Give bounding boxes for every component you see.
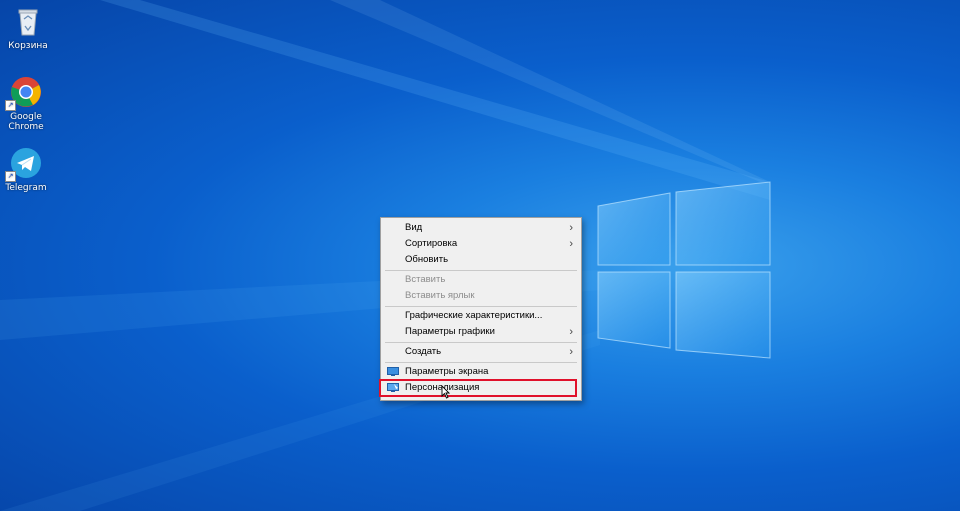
menu-separator: [385, 270, 577, 271]
desktop-icon-label: Google Chrome: [8, 112, 44, 132]
desktop-icon-recycle-bin[interactable]: Корзина: [0, 4, 56, 51]
chevron-right-icon: ›: [569, 238, 573, 250]
menu-item-personalization[interactable]: Персонализация: [381, 380, 581, 396]
shortcut-arrow-icon: ↗: [5, 100, 16, 111]
menu-item-label: Вставить ярлык: [405, 290, 475, 301]
desktop-context-menu: Вид › Сортировка › Обновить Вставить Вст…: [380, 217, 582, 401]
desktop-icon-label: Telegram: [5, 183, 47, 193]
menu-item-graphics-properties[interactable]: Графические характеристики...: [381, 308, 581, 324]
menu-item-label: Вставить: [405, 274, 446, 285]
menu-item-label: Параметры графики: [405, 326, 495, 337]
personalization-icon: [387, 383, 399, 392]
shortcut-arrow-icon: ↗: [5, 171, 16, 182]
menu-separator: [385, 342, 577, 343]
display-settings-icon: [387, 367, 399, 376]
menu-item-paste-shortcut: Вставить ярлык: [381, 288, 581, 304]
chevron-right-icon: ›: [569, 346, 573, 358]
chevron-right-icon: ›: [569, 326, 573, 338]
mouse-cursor-icon: [441, 385, 450, 399]
menu-item-sort[interactable]: Сортировка ›: [381, 236, 581, 252]
chevron-right-icon: ›: [569, 222, 573, 234]
chrome-icon: ↗: [5, 75, 43, 111]
desktop-icon-label: Корзина: [8, 41, 48, 51]
menu-item-label: Обновить: [405, 254, 449, 265]
menu-item-label: Параметры экрана: [405, 366, 489, 377]
menu-item-label: Сортировка: [405, 238, 458, 249]
menu-item-refresh[interactable]: Обновить: [381, 252, 581, 268]
telegram-icon: ↗: [5, 146, 43, 182]
menu-item-new[interactable]: Создать ›: [381, 344, 581, 360]
menu-separator: [385, 306, 577, 307]
menu-item-label: Создать: [405, 346, 442, 357]
menu-item-label: Вид: [405, 222, 423, 233]
menu-item-label: Графические характеристики...: [405, 310, 543, 321]
menu-item-graphics-options[interactable]: Параметры графики ›: [381, 324, 581, 340]
menu-item-display-settings[interactable]: Параметры экрана: [381, 364, 581, 380]
menu-item-paste: Вставить: [381, 272, 581, 288]
menu-item-view[interactable]: Вид ›: [381, 220, 581, 236]
menu-separator: [385, 362, 577, 363]
desktop-icon-telegram[interactable]: ↗ Telegram: [0, 146, 54, 193]
recycle-bin-icon: [11, 4, 45, 38]
desktop-icon-chrome[interactable]: ↗ Google Chrome: [0, 75, 54, 132]
